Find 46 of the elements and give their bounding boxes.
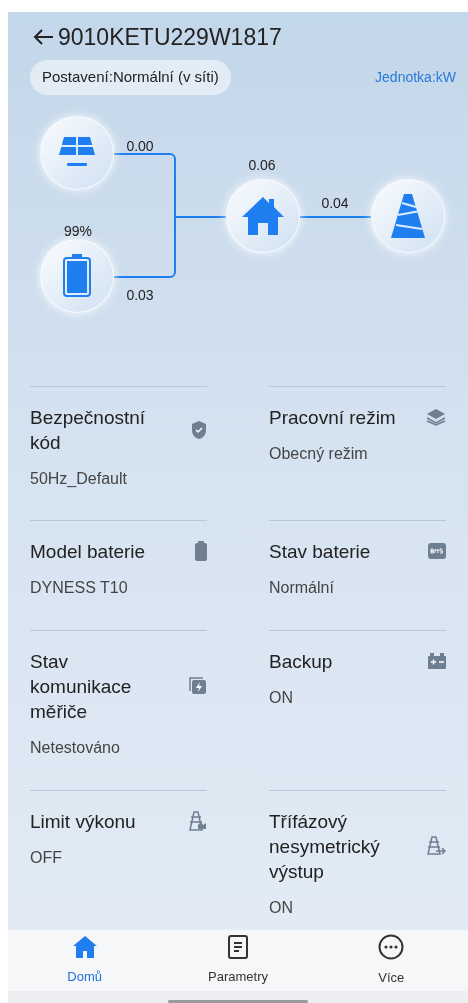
home-icon [71, 934, 98, 959]
solar-node[interactable] [40, 115, 114, 190]
battery-charge: 99% [64, 221, 92, 241]
battery-node[interactable] [40, 238, 114, 313]
nav-tab[interactable]: Parametry [178, 934, 298, 987]
info-value: Netestováno [30, 737, 121, 758]
document-icon [227, 934, 249, 959]
back-arrow-icon[interactable] [32, 28, 54, 46]
battery-plus-minus-icon [428, 653, 446, 669]
battery-icon [62, 253, 92, 298]
info-value: ON [269, 897, 294, 918]
pylon-limit-icon [187, 811, 207, 831]
status-chip: Postavení:Normální (v síti) [30, 60, 231, 95]
nav-tab[interactable]: Domů [24, 934, 145, 987]
info-label: Bezpečnostní kód [30, 405, 147, 455]
grid-node[interactable] [371, 178, 445, 253]
info-value: Obecný režim [269, 443, 369, 464]
info-label: Pracovní režim [269, 405, 396, 430]
more-icon [378, 933, 405, 960]
info-label: Třífázový nesymetrický výstup [269, 809, 381, 884]
power-reading: 0.00 [126, 136, 154, 156]
bms-icon [428, 543, 446, 559]
house-icon [241, 194, 285, 237]
unit-label: Jednotka:kW [375, 67, 456, 87]
info-value: ON [269, 687, 294, 708]
pylon-arrow-icon [426, 836, 446, 856]
pylon-icon [390, 192, 426, 239]
shield-check-icon [191, 419, 207, 440]
info-label: Stav komunikace měřiče [30, 649, 133, 724]
info-label: Stav baterie [269, 539, 371, 564]
info-value: DYNESS T10 [30, 577, 129, 598]
meter-flash-icon [189, 677, 207, 695]
info-value: 50Hz_Default [30, 468, 128, 489]
info-value: Normální [269, 577, 335, 598]
info-label: Model baterie [30, 539, 146, 564]
power-reading: 0.04 [321, 193, 349, 213]
info-value: OFF [30, 847, 63, 868]
nav-tab[interactable]: Více [331, 933, 452, 988]
battery-icon [195, 541, 207, 561]
layers-icon [426, 408, 446, 426]
device-title: 9010KETU229W1817 [58, 22, 282, 52]
house-node[interactable] [226, 178, 300, 253]
info-label: Limit výkonu [30, 809, 136, 834]
power-reading: 0.03 [126, 285, 154, 305]
info-label: Backup [269, 649, 333, 674]
power-reading: 0.06 [248, 155, 276, 175]
